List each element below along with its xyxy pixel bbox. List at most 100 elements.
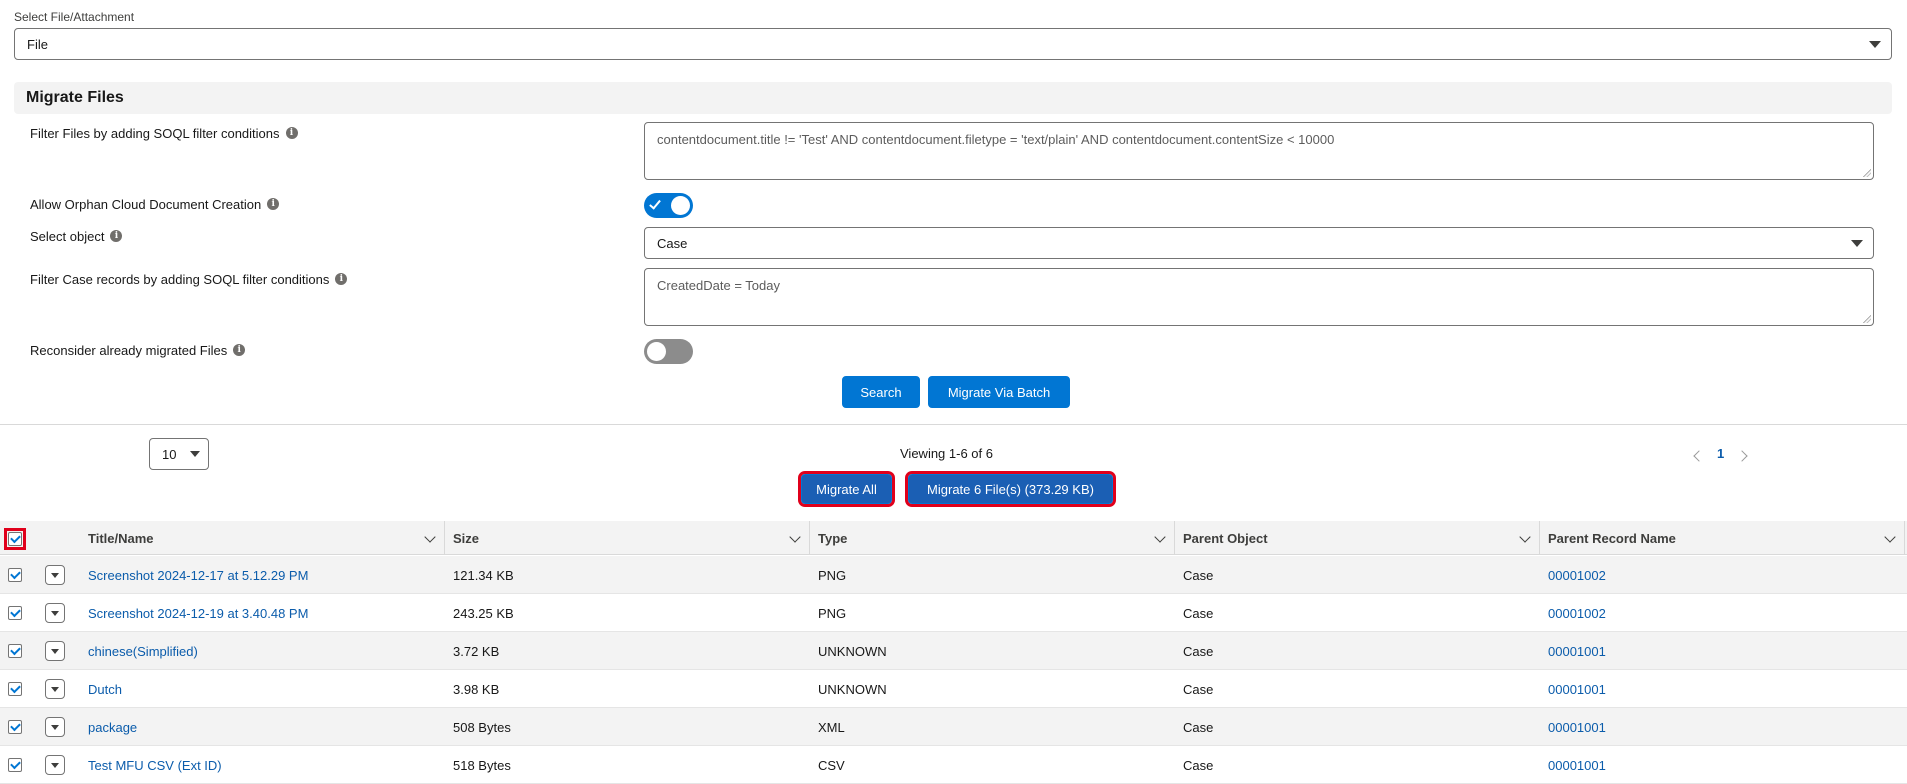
row-parent-object: Case — [1183, 643, 1214, 659]
page-size-select[interactable]: 10 — [149, 438, 209, 470]
table-row: Screenshot 2024-12-17 at 5.12.29 PM 121.3… — [0, 556, 1907, 594]
row-parent-record-link[interactable]: 00001002 — [1548, 556, 1606, 594]
row-size: 518 Bytes — [453, 757, 511, 773]
filter-records-textarea[interactable]: CreatedDate = Today — [644, 268, 1874, 326]
row-parent-object: Case — [1183, 681, 1214, 697]
check-icon — [649, 197, 661, 210]
filter-files-value: contentdocument.title != 'Test' AND cont… — [657, 132, 1335, 147]
file-attachment-select[interactable]: File — [14, 28, 1892, 60]
row-parent-object: Case — [1183, 719, 1214, 735]
table-row: Screenshot 2024-12-19 at 3.40.48 PM 243.2… — [0, 594, 1907, 632]
viewing-count: Viewing 1-6 of 6 — [900, 446, 993, 461]
row-parent-record-link[interactable]: 00001002 — [1548, 594, 1606, 632]
row-parent-record-link[interactable]: 00001001 — [1548, 632, 1606, 670]
row-type: PNG — [818, 567, 847, 583]
column-title-label: Title/Name — [88, 530, 154, 546]
row-type: UNKNOWN — [818, 643, 887, 659]
migrate-all-button[interactable]: Migrate All — [798, 471, 895, 507]
row-checkbox[interactable] — [8, 568, 22, 582]
chevron-right-icon[interactable] — [1736, 450, 1748, 462]
row-action-menu-icon[interactable] — [45, 755, 65, 775]
resize-handle-icon[interactable] — [1863, 315, 1871, 323]
column-parent-record-label: Parent Record Name — [1548, 530, 1676, 546]
row-size: 508 Bytes — [453, 719, 511, 735]
info-icon[interactable]: i — [285, 127, 298, 139]
divider — [0, 424, 1907, 425]
chevron-down-icon[interactable] — [424, 531, 436, 543]
page-1-link[interactable]: 1 — [1717, 446, 1724, 461]
row-action-menu-icon[interactable] — [45, 641, 65, 661]
row-checkbox[interactable] — [8, 720, 22, 734]
select-object-value: Case — [657, 235, 688, 251]
table-row: package 508 Bytes XML Case 00001001 — [0, 708, 1907, 746]
column-parent-object-label: Parent Object — [1183, 530, 1268, 546]
column-header-title[interactable]: Title/Name — [80, 521, 445, 555]
row-checkbox[interactable] — [8, 644, 22, 658]
row-title-link[interactable]: package — [88, 708, 137, 746]
row-size: 3.98 KB — [453, 681, 500, 697]
select-all-checkbox[interactable] — [8, 532, 22, 546]
search-button[interactable]: Search — [842, 376, 920, 408]
orphan-label-row: Allow Orphan Cloud Document Creation i — [30, 195, 280, 213]
select-object-dropdown[interactable]: Case — [644, 227, 1874, 259]
reconsider-label-row: Reconsider already migrated Files i — [30, 341, 246, 359]
row-action-menu-icon[interactable] — [45, 717, 65, 737]
toggle-knob — [671, 196, 690, 215]
toggle-knob — [647, 342, 666, 361]
row-parent-record-link[interactable]: 00001001 — [1548, 746, 1606, 784]
orphan-label: Allow Orphan Cloud Document Creation — [30, 196, 262, 212]
row-type: PNG — [818, 605, 847, 621]
column-header-size[interactable]: Size — [445, 521, 810, 555]
row-checkbox[interactable] — [8, 758, 22, 772]
filter-records-label-row: Filter Case records by adding SOQL filte… — [30, 270, 348, 288]
reconsider-label: Reconsider already migrated Files — [30, 342, 228, 358]
row-parent-record-link[interactable]: 00001001 — [1548, 708, 1606, 746]
row-action-menu-icon[interactable] — [45, 565, 65, 585]
row-parent-object: Case — [1183, 757, 1214, 773]
row-title-link[interactable]: chinese(Simplified) — [88, 632, 198, 670]
row-title-link[interactable]: Test MFU CSV (Ext ID) — [88, 746, 222, 784]
row-size: 243.25 KB — [453, 605, 514, 621]
chevron-down-icon — [1851, 240, 1863, 247]
filter-files-textarea[interactable]: contentdocument.title != 'Test' AND cont… — [644, 122, 1874, 180]
orphan-toggle[interactable] — [644, 193, 693, 218]
column-size-label: Size — [453, 530, 480, 546]
migrate-via-batch-button[interactable]: Migrate Via Batch — [928, 376, 1070, 408]
row-checkbox[interactable] — [8, 606, 22, 620]
select-object-label-row: Select object i — [30, 227, 123, 245]
row-parent-record-link[interactable]: 00001001 — [1548, 670, 1606, 708]
info-icon[interactable]: i — [233, 344, 246, 356]
reconsider-toggle[interactable] — [644, 339, 693, 364]
info-icon[interactable]: i — [335, 273, 348, 285]
row-title-link[interactable]: Screenshot 2024-12-19 at 3.40.48 PM — [88, 594, 308, 632]
filter-files-label: Filter Files by adding SOQL filter condi… — [30, 125, 280, 141]
migrate-selected-files-button[interactable]: Migrate 6 File(s) (373.29 KB) — [905, 471, 1116, 507]
column-header-parent-record[interactable]: Parent Record Name — [1540, 521, 1905, 555]
row-action-menu-icon[interactable] — [45, 679, 65, 699]
row-type: CSV — [818, 757, 845, 773]
row-action-menu-icon[interactable] — [45, 603, 65, 623]
table-row: Test MFU CSV (Ext ID) 518 Bytes CSV Case 000… — [0, 746, 1907, 784]
chevron-left-icon[interactable] — [1693, 450, 1705, 462]
chevron-down-icon[interactable] — [1519, 531, 1531, 543]
column-header-type[interactable]: Type — [810, 521, 1175, 555]
chevron-down-icon[interactable] — [1884, 531, 1896, 543]
row-title-link[interactable]: Screenshot 2024-12-17 at 5.12.29 PM — [88, 556, 308, 594]
column-type-label: Type — [818, 530, 848, 546]
column-header-parent-object[interactable]: Parent Object — [1175, 521, 1540, 555]
row-checkbox[interactable] — [8, 682, 22, 696]
chevron-down-icon[interactable] — [1154, 531, 1166, 543]
section-title: Migrate Files — [26, 89, 124, 106]
info-icon[interactable]: i — [110, 230, 123, 242]
row-size: 121.34 KB — [453, 567, 514, 583]
chevron-down-icon[interactable] — [789, 531, 801, 543]
table-row: chinese(Simplified) 3.72 KB UNKNOWN Case 000… — [0, 632, 1907, 670]
filter-records-label: Filter Case records by adding SOQL filte… — [30, 271, 330, 287]
resize-handle-icon[interactable] — [1863, 169, 1871, 177]
file-attachment-value: File — [27, 36, 48, 52]
info-icon[interactable]: i — [267, 198, 280, 210]
file-attachment-label: Select File/Attachment — [14, 10, 135, 24]
row-title-link[interactable]: Dutch — [88, 670, 122, 708]
row-size: 3.72 KB — [453, 643, 500, 659]
row-type: XML — [818, 719, 845, 735]
